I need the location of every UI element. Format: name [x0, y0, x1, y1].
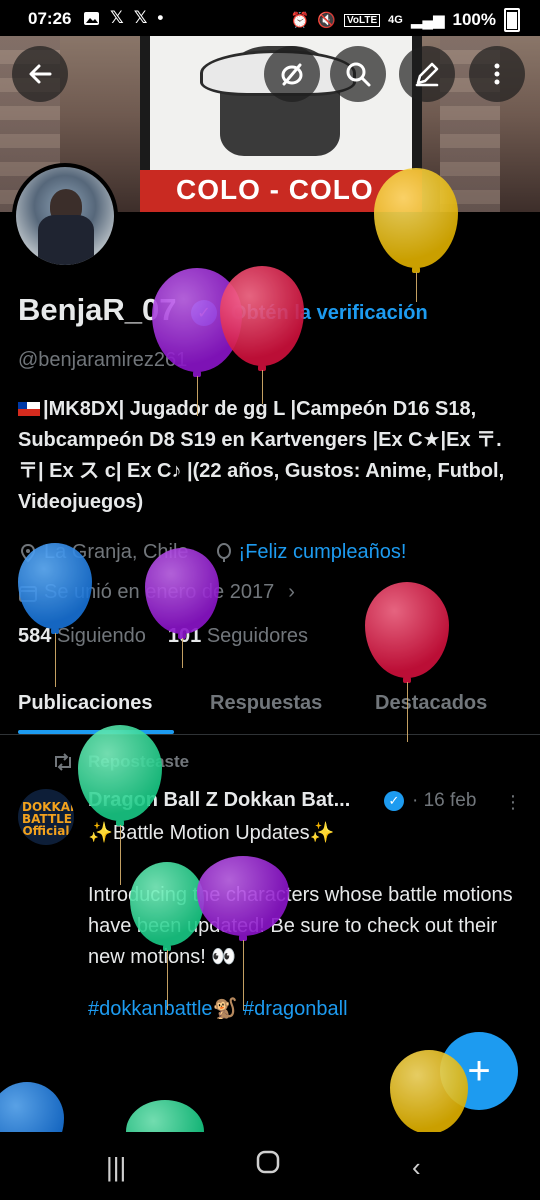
signal-icon: ▂▄▆ — [410, 12, 445, 29]
chile-flag-icon — [18, 402, 40, 416]
recent-apps-icon[interactable]: ||| — [106, 1152, 126, 1183]
plus-icon: + — [467, 1048, 491, 1093]
system-nav-bar: ||| ‹ — [0, 1132, 540, 1200]
hide-button[interactable] — [264, 46, 320, 102]
back-button[interactable] — [12, 46, 68, 102]
dokkan-logo: DOKKAN BATTLE Official — [22, 800, 74, 838]
back-arrow-icon — [29, 64, 52, 84]
post-author-avatar[interactable]: DOKKAN BATTLE Official — [18, 789, 74, 845]
repost-icon — [55, 753, 71, 771]
search-button[interactable] — [330, 46, 386, 102]
hide-icon — [281, 63, 303, 86]
edit-button[interactable] — [399, 46, 455, 102]
balloon-purple — [145, 548, 219, 668]
balloon-purple — [197, 856, 289, 1010]
balloon-blue — [18, 543, 92, 687]
battery-label: 100% — [452, 10, 496, 29]
more-icon — [494, 63, 500, 85]
tab-destacados[interactable]: Destacados — [375, 692, 487, 715]
avatar[interactable] — [12, 163, 118, 269]
post-more-icon[interactable]: ⋮ — [504, 792, 522, 813]
status-bar: 07:26 𝕏 𝕏 • ⏰ 🔇 VoLTE 4G ▂▄▆ 100% — [0, 0, 540, 36]
balloon-green — [78, 725, 162, 885]
balloon-green — [130, 862, 204, 1010]
battery-icon — [504, 8, 520, 32]
mute-icon: 🔇 — [317, 12, 336, 29]
image-icon — [84, 11, 99, 25]
home-icon[interactable] — [256, 1150, 280, 1181]
x-icon: 𝕏 — [133, 8, 148, 27]
verified-icon: ✓ — [384, 791, 404, 811]
balloon-yellow — [390, 1050, 468, 1139]
dot-icon: • — [157, 8, 164, 27]
alarm-icon: ⏰ — [290, 12, 310, 29]
tab-respuestas[interactable]: Respuestas — [210, 692, 322, 715]
edit-icon — [415, 62, 439, 87]
volte-icon: VoLTE — [343, 13, 381, 27]
profile-bio: |MK8DX| Jugador de gg L |Campeón D16 S18… — [18, 398, 505, 513]
balloon-yellow — [374, 168, 458, 302]
status-time: 07:26 — [28, 9, 72, 28]
back-nav-icon[interactable]: ‹ — [412, 1152, 421, 1183]
balloon-red — [220, 266, 304, 404]
more-button[interactable] — [469, 46, 525, 102]
network-label: 4G — [388, 14, 403, 26]
search-icon — [346, 62, 371, 87]
banner-text: COLO - COLO — [176, 174, 374, 205]
chevron-right-icon: › — [288, 581, 295, 603]
x-icon: 𝕏 — [110, 8, 124, 27]
balloon-red — [365, 582, 449, 742]
birthday-text[interactable]: ¡Feliz cumpleaños! — [239, 541, 407, 564]
post-date[interactable]: · 16 feb — [412, 790, 476, 812]
tab-publicaciones[interactable]: Publicaciones — [18, 692, 153, 715]
post-hashtags[interactable]: #dokkanbattle🐒 #dragonball — [88, 996, 348, 1021]
